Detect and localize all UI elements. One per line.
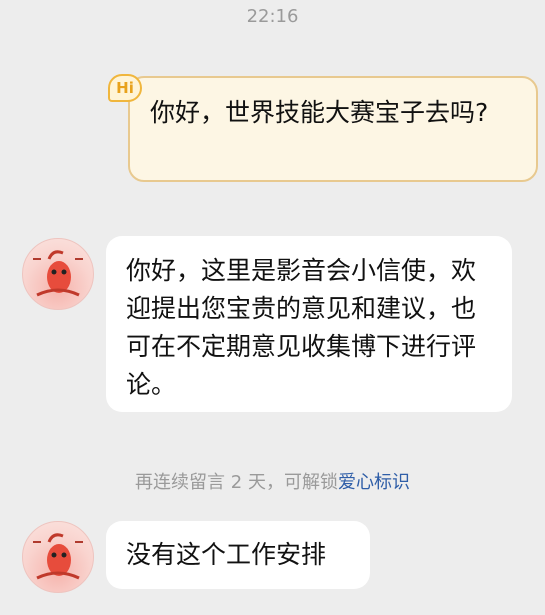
shrimp-icon bbox=[33, 533, 83, 580]
message-timestamp: 22:16 bbox=[246, 6, 299, 27]
incoming-message-bubble[interactable]: 你好，这里是影音会小信使，欢迎提出您宝贵的意见和建议，也可在不定期意见收集博下进… bbox=[106, 236, 512, 412]
hi-badge-icon: Hi bbox=[108, 74, 142, 102]
shrimp-avatar[interactable] bbox=[22, 521, 94, 593]
notice-text: 再连续留言 2 天，可解锁 bbox=[135, 472, 338, 493]
shrimp-avatar[interactable] bbox=[22, 238, 94, 310]
shrimp-icon bbox=[33, 250, 83, 297]
outgoing-message-bubble[interactable]: 你好，世界技能大赛宝子去吗? bbox=[128, 76, 538, 182]
heart-badge-link[interactable]: 爱心标识 bbox=[338, 472, 410, 493]
incoming-message-bubble[interactable]: 没有这个工作安排 bbox=[106, 521, 370, 589]
streak-notice: 再连续留言 2 天，可解锁爱心标识 bbox=[0, 468, 545, 494]
